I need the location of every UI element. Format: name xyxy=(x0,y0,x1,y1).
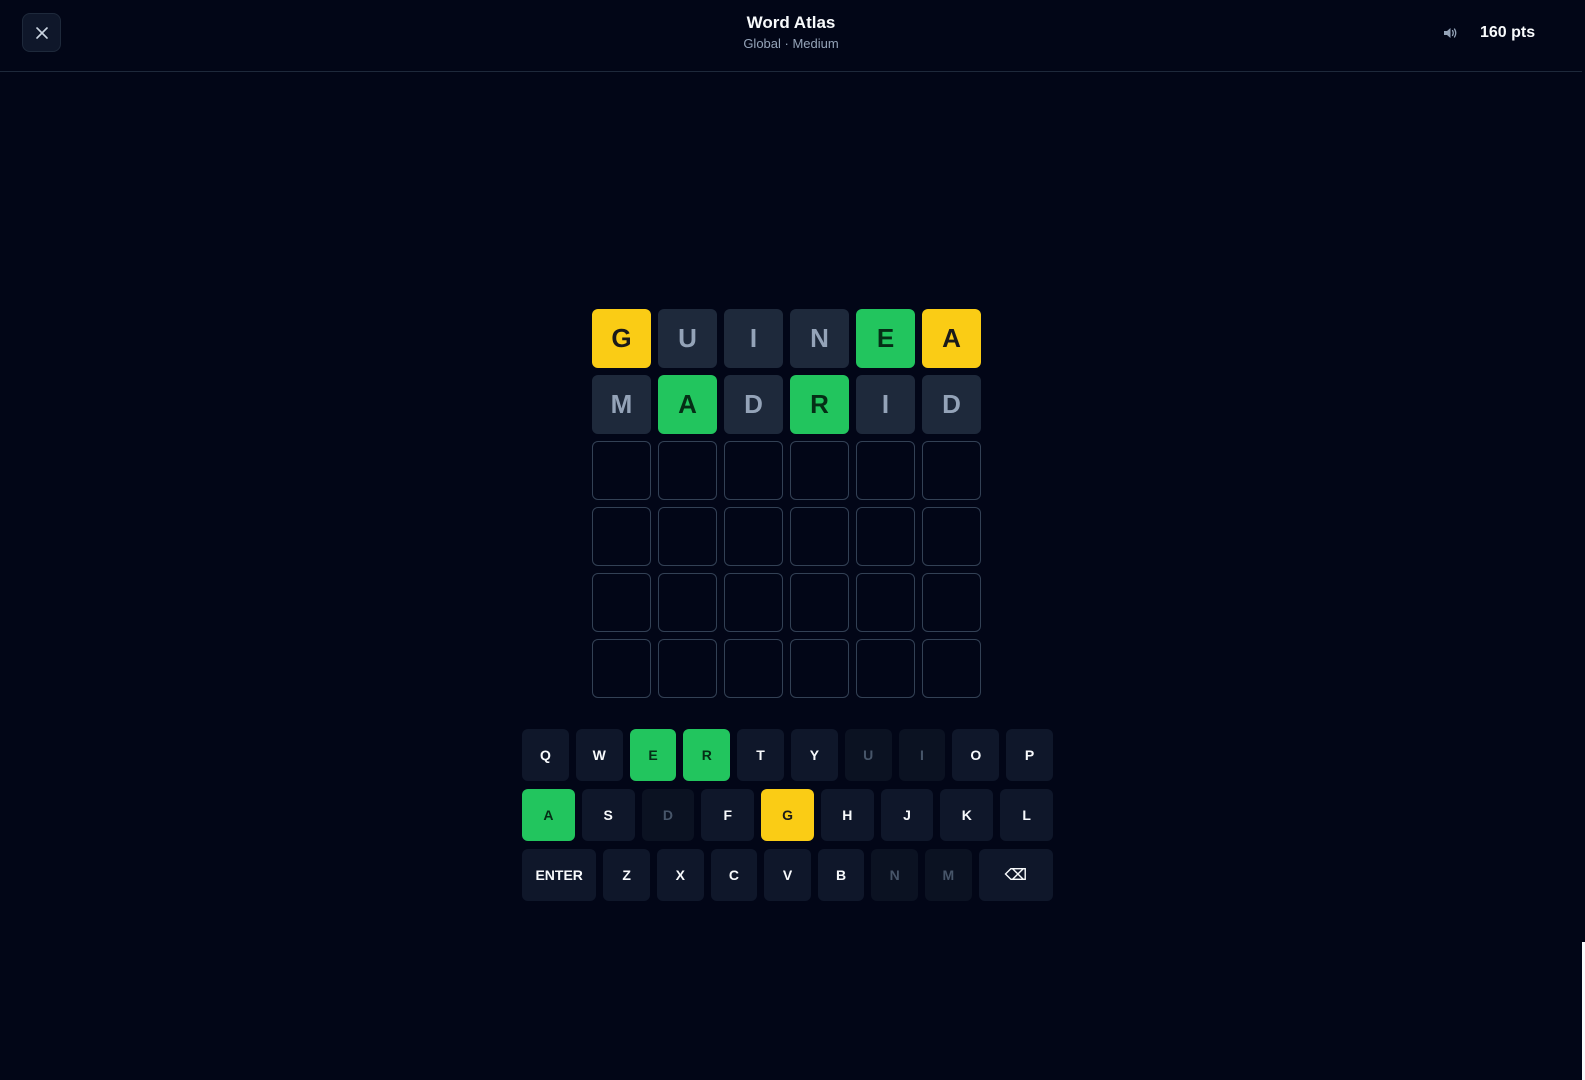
keyboard-row: ASDFGHJKL xyxy=(522,789,1054,841)
letter-tile xyxy=(922,573,981,632)
letter-tile xyxy=(658,441,717,500)
enter-key[interactable]: ENTER xyxy=(522,849,597,901)
letter-tile xyxy=(592,573,651,632)
letter-tile: D xyxy=(724,375,783,434)
letter-tile xyxy=(592,441,651,500)
letter-tile xyxy=(922,639,981,698)
key-p[interactable]: P xyxy=(1006,729,1053,781)
letter-tile xyxy=(724,573,783,632)
key-y[interactable]: Y xyxy=(790,729,838,781)
letter-tile xyxy=(922,507,981,566)
guess-row: GUINEA xyxy=(592,309,983,368)
guess-row xyxy=(592,507,983,566)
key-d[interactable]: D xyxy=(641,789,695,841)
key-e[interactable]: E xyxy=(629,729,677,781)
key-r[interactable]: R xyxy=(683,729,731,781)
sound-button[interactable] xyxy=(1441,24,1459,42)
speaker-icon xyxy=(1444,28,1457,38)
title-block: Word Atlas Global · Medium xyxy=(0,12,1582,53)
key-w[interactable]: W xyxy=(575,729,623,781)
letter-tile xyxy=(790,441,849,500)
guess-row xyxy=(592,639,983,698)
letter-tile: D xyxy=(922,375,981,434)
key-a[interactable]: A xyxy=(522,789,575,841)
letter-tile: E xyxy=(856,309,915,368)
keyboard-row: ENTER Z X C V B N M ⌫ xyxy=(522,849,1054,901)
key-f[interactable]: F xyxy=(701,789,755,841)
page-title: Word Atlas xyxy=(746,13,836,32)
key-i[interactable]: I xyxy=(898,729,946,781)
key-t[interactable]: T xyxy=(737,729,784,781)
key-v[interactable]: V xyxy=(764,849,811,901)
letter-tile xyxy=(856,573,915,632)
letter-tile xyxy=(658,639,717,698)
keyboard-row: QWERTYUIOP xyxy=(522,729,1053,781)
letter-tile xyxy=(724,507,783,566)
letter-tile xyxy=(790,507,849,566)
guess-row xyxy=(592,441,983,500)
letter-tile xyxy=(790,573,849,632)
letter-tile: U xyxy=(658,309,717,368)
letter-tile xyxy=(592,639,651,698)
header: Word Atlas Global · Medium 160 pts xyxy=(0,0,1582,72)
key-b[interactable]: B xyxy=(817,849,865,901)
letter-tile: N xyxy=(790,309,849,368)
letter-tile xyxy=(658,573,717,632)
letter-tile: M xyxy=(592,375,651,434)
on-screen-keyboard: Q W E R T Y U I O P A S D F G H J K L ENTER Z X C V B N M ⌫ xyxy=(522,729,1054,909)
letter-tile xyxy=(724,639,783,698)
guess-row xyxy=(592,573,983,632)
letter-tile: I xyxy=(856,375,915,434)
key-s[interactable]: S xyxy=(581,789,635,841)
key-m[interactable]: M xyxy=(925,849,972,901)
letter-tile xyxy=(658,507,717,566)
key-n[interactable]: N xyxy=(871,849,919,901)
letter-tile xyxy=(856,507,915,566)
key-h[interactable]: H xyxy=(820,789,874,841)
key-o[interactable]: O xyxy=(952,729,1000,781)
key-j[interactable]: J xyxy=(880,789,934,841)
letter-tile xyxy=(856,441,915,500)
key-g[interactable]: G xyxy=(761,789,814,841)
key-z[interactable]: Z xyxy=(603,849,650,901)
guess-grid: GUINEAMADRID xyxy=(592,309,983,705)
letter-tile xyxy=(724,441,783,500)
page-subtitle: Global · Medium xyxy=(743,36,839,51)
key-c[interactable]: C xyxy=(710,849,758,901)
letter-tile: I xyxy=(724,309,783,368)
key-x[interactable]: X xyxy=(656,849,704,901)
letter-tile: A xyxy=(922,309,981,368)
letter-tile xyxy=(922,441,981,500)
score-display: 160 pts xyxy=(1480,24,1536,41)
key-u[interactable]: U xyxy=(844,729,892,781)
letter-tile: A xyxy=(658,375,717,434)
letter-tile: G xyxy=(592,309,651,368)
letter-tile xyxy=(592,507,651,566)
backspace-key[interactable]: ⌫ xyxy=(978,849,1054,901)
key-k[interactable]: K xyxy=(940,789,994,841)
letter-tile xyxy=(856,639,915,698)
letter-tile xyxy=(790,639,849,698)
game-screen: Word Atlas Global · Medium 160 pts GUINE… xyxy=(0,0,1585,1080)
letter-tile: R xyxy=(790,375,849,434)
guess-row: MADRID xyxy=(592,375,983,434)
key-l[interactable]: L xyxy=(1000,789,1054,841)
key-q[interactable]: Q xyxy=(522,729,569,781)
